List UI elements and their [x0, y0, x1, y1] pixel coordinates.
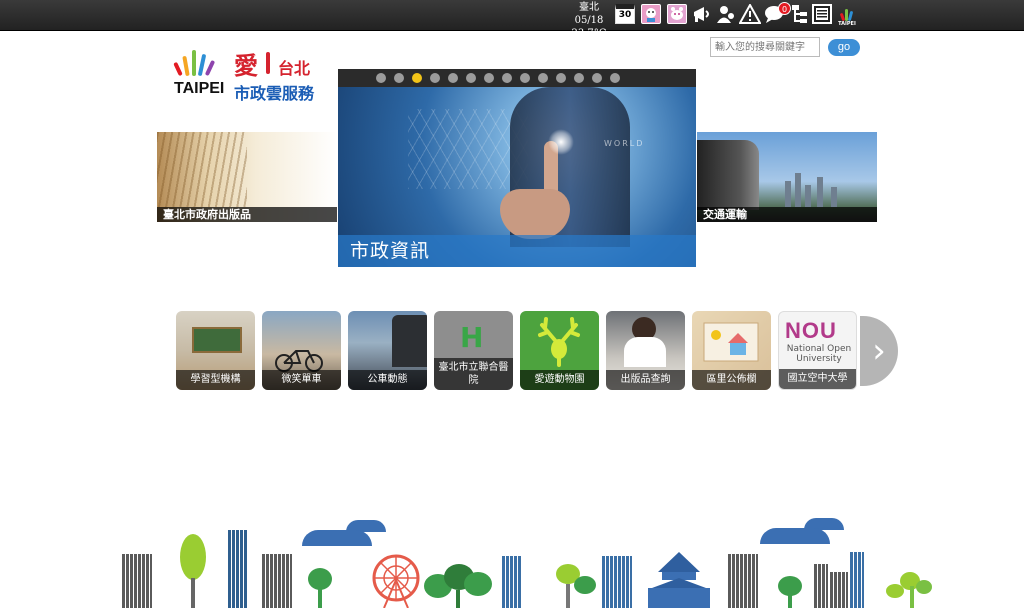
ferris-wheel-icon [372, 554, 420, 608]
nou-logo: NOU [785, 318, 837, 343]
hospital-logo-icon: H [460, 321, 484, 354]
tile-district-bulletin[interactable]: 區里公佈欄 [692, 311, 771, 390]
logo-taipei-text: TAIPEI [174, 80, 225, 97]
sitemap-icon[interactable] [790, 4, 810, 24]
tile-zoo[interactable]: 愛遊動物園 [520, 311, 599, 390]
date-text: 臺北05/18 [574, 2, 604, 26]
slide-caption: 臺北市政府出版品 [157, 207, 337, 222]
tile-label: 臺北市立聯合醫院 [434, 358, 513, 390]
touch-glow [548, 129, 574, 155]
search-go-button[interactable]: go [828, 39, 860, 56]
search-input[interactable] [710, 37, 820, 57]
carousel-dots [338, 69, 696, 87]
user-group-icon[interactable] [716, 4, 736, 24]
carousel-main-slide[interactable]: WORLD 市政資訊 [338, 69, 696, 267]
carousel-dot[interactable] [556, 73, 566, 83]
carousel-dot[interactable] [574, 73, 584, 83]
carousel-dot[interactable] [484, 73, 494, 83]
carousel-dot[interactable] [394, 73, 404, 83]
memorial-hall-icon [648, 552, 710, 608]
tile-label: 公車動態 [348, 370, 427, 390]
tile-publication-search[interactable]: 出版品查詢 [606, 311, 685, 390]
main-slide-caption: 市政資訊 [338, 235, 696, 267]
taipei-logo-icon[interactable]: TAIPEI [836, 5, 858, 27]
carousel-slide-transportation[interactable]: 交通運輸 [697, 132, 877, 222]
mini-logo-text: TAIPEI [838, 21, 856, 27]
top-bar: 臺北05/18 23.7°C 30 0 TAIPEI [0, 0, 1024, 39]
hand-image [500, 189, 570, 239]
calendar-icon[interactable]: 30 [615, 4, 635, 24]
slide-caption: 交通運輸 [697, 207, 877, 222]
deer-icon [538, 317, 580, 367]
tile-label: 微笑單車 [262, 370, 341, 390]
calendar-day: 30 [618, 10, 632, 20]
carousel-dot[interactable] [610, 73, 620, 83]
carousel-slide-publications[interactable]: 臺北市政府出版品 [157, 132, 337, 222]
tile-label: 學習型機構 [176, 370, 255, 390]
classroom-image [192, 327, 242, 353]
bus-image [697, 140, 759, 210]
book-image [157, 132, 247, 207]
carousel-dot[interactable] [502, 73, 512, 83]
carousel-dot[interactable] [592, 73, 602, 83]
tile-open-university[interactable]: NOU National Open University 國立空中大學 [778, 311, 857, 390]
carousel-dot[interactable] [412, 73, 422, 83]
logo-ai-text: 愛 [234, 52, 258, 80]
tile-youbike[interactable]: 微笑單車 [262, 311, 341, 390]
tile-label: 出版品查詢 [606, 370, 685, 390]
logo-taibei-text: 台北 [278, 59, 311, 78]
tile-label: 區里公佈欄 [692, 370, 771, 390]
tiles-next-arrow[interactable]: › [860, 316, 898, 386]
carousel-dot[interactable] [520, 73, 530, 83]
world-overlay-text: WORLD [604, 139, 645, 148]
nou-subtitle: National Open University [786, 344, 852, 364]
carousel-dot[interactable] [430, 73, 440, 83]
tile-label: 國立空中大學 [779, 369, 856, 389]
carousel-dot[interactable] [466, 73, 476, 83]
logo-service-text: 市政雲服務 [234, 84, 315, 103]
temperature-text: 23.7°C [571, 28, 607, 39]
carousel-dot[interactable] [376, 73, 386, 83]
tile-bus-status[interactable]: 公車動態 [348, 311, 427, 390]
tile-learning-institutions[interactable]: 學習型機構 [176, 311, 255, 390]
city-skyline-illustration [0, 510, 1024, 608]
tile-label: 愛遊動物園 [520, 370, 599, 390]
carousel-dot[interactable] [538, 73, 548, 83]
cartoon-character-icon[interactable] [641, 4, 661, 24]
drawing-icon [703, 322, 759, 362]
megaphone-icon[interactable] [692, 4, 712, 24]
site-logo[interactable]: TAIPEI 愛 台北 市政雲服務 [172, 44, 330, 104]
tile-city-hospital[interactable]: H 臺北市立聯合醫院 [434, 311, 513, 390]
logo-divider [266, 52, 270, 74]
emoji-icon[interactable] [667, 4, 687, 24]
carousel-dot[interactable] [448, 73, 458, 83]
warning-icon[interactable] [738, 2, 762, 24]
document-icon[interactable] [812, 4, 832, 24]
date-weather: 臺北05/18 23.7°C [566, 1, 612, 40]
